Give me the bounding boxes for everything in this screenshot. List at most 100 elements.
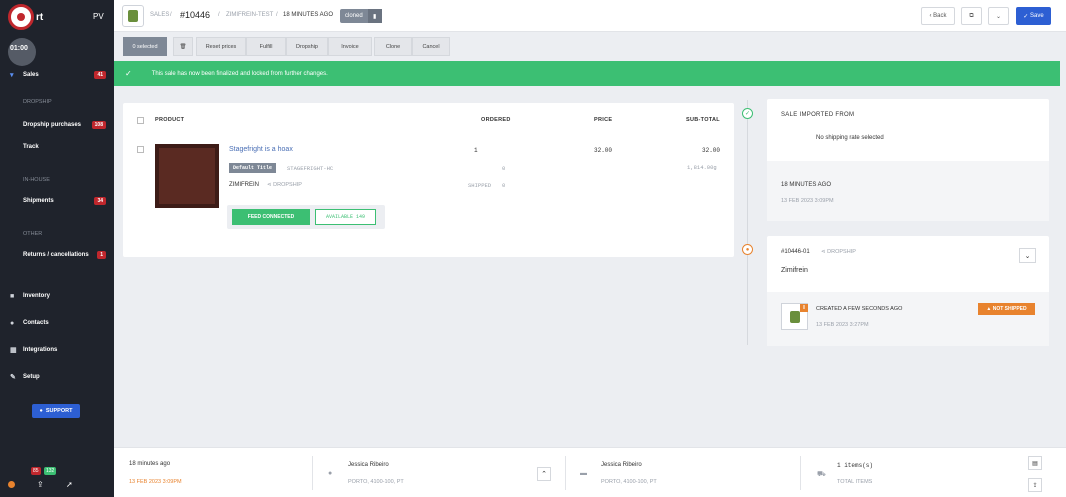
cancel-button[interactable]: Cancel (412, 37, 450, 56)
support-button[interactable]: ● SUPPORT (32, 404, 80, 418)
pending-qty: 0 (502, 165, 506, 172)
shop-name: ZIMIFREIN-TEST (226, 12, 274, 18)
items-label: TOTAL ITEMS (837, 479, 873, 485)
ordered-qty: 1 (474, 147, 478, 154)
shipped-label: SHIPPED (468, 182, 492, 189)
pause-icon: II (800, 304, 808, 312)
avatar-text: 01:00 (10, 45, 28, 52)
chevron-down-icon[interactable]: ⌄ (1019, 248, 1036, 263)
col-price: PRICE (594, 117, 613, 123)
back-button[interactable]: ‹ Back (921, 7, 955, 25)
pending-circle-icon: ● (742, 244, 753, 255)
dropship-id[interactable]: #10446-01 (781, 249, 810, 255)
sidebar-item-inventory[interactable]: ■ Inventory (0, 288, 114, 304)
bottom-bar: 18 minutes ago 13 FEB 2023 3:09PM ● Jess… (114, 447, 1066, 497)
sidebar-item-returns[interactable]: Returns / cancellations 1 (0, 247, 114, 263)
product-name-link[interactable]: Stagefright is a hoax (229, 146, 293, 153)
sidebar-item-track[interactable]: Track (0, 139, 114, 155)
breadcrumb-sales[interactable]: SALES (150, 12, 169, 18)
col-product: PRODUCT (155, 117, 185, 123)
dropship-card: #10446-01 ⋖ DROPSHIP ⌄ Zimifrein II CREA… (767, 236, 1049, 346)
dropship-badge: 108 (91, 121, 106, 129)
dropship-name: Zimifrein (781, 267, 808, 274)
inventory-icon: ■ (10, 292, 15, 300)
clone-button[interactable]: Clone (374, 37, 412, 56)
feed-connected-button[interactable]: FEED CONNECTED (232, 209, 310, 225)
top-bar: SALES / #10446 / ZIMIFREIN-TEST / 18 MIN… (114, 0, 1066, 32)
export-icon[interactable]: ⇪ (1028, 478, 1042, 492)
status-badge: ▲ NOT SHIPPED (978, 303, 1035, 315)
check-icon: ✓ (1023, 13, 1030, 20)
customer-name[interactable]: Jessica Ribeiro (348, 462, 389, 468)
save-button[interactable]: ✓ Save (1016, 7, 1051, 25)
dropship-footer (767, 292, 1049, 346)
more-dropdown-button[interactable]: ⌄ (988, 7, 1009, 25)
setup-icon: ✎ (10, 374, 16, 381)
customer-address: PORTO, 4100-100, PT (348, 479, 404, 485)
fulfill-button[interactable]: Fulfill (246, 37, 286, 56)
select-all-checkbox[interactable] (137, 117, 144, 124)
check-circle-icon: ✓ (742, 108, 753, 119)
success-banner: ✓ This sale has now been finalized and l… (114, 61, 1060, 86)
upload-icon[interactable]: ⇪ (37, 480, 44, 489)
check-icon: ✓ (125, 69, 132, 78)
available-badge: AVAILABLE 149 (315, 209, 376, 225)
no-rate-text: No shipping rate selected (816, 135, 884, 141)
status-dot (8, 481, 15, 488)
row-checkbox[interactable] (137, 146, 144, 153)
contacts-icon: ● (10, 319, 15, 327)
section-other: OTHER (23, 231, 43, 237)
variant-tag: Default Title (229, 163, 277, 173)
section-dropship: DROPSHIP (23, 99, 52, 105)
shipped-qty: 0 (502, 182, 506, 189)
timeline-line (747, 100, 748, 345)
billing-name[interactable]: Jessica Ribeiro (601, 462, 642, 468)
pv-label[interactable]: PV (93, 12, 104, 21)
bottom-ago: 18 minutes ago (129, 461, 171, 467)
product-sku: STAGEFRIGHT-HC (287, 165, 334, 172)
product-table: PRODUCT ORDERED PRICE SUB-TOTAL Stagefri… (123, 103, 734, 257)
avatar[interactable] (8, 38, 36, 66)
rocket-icon[interactable]: ➚ (66, 480, 73, 489)
notification-badge-red: 85 (31, 467, 41, 475)
import-date: 13 FEB 2023 3:09PM (781, 198, 834, 204)
invoice-button[interactable]: Invoice (328, 37, 372, 56)
sidebar-item-integrations[interactable]: ▦ Integrations (0, 342, 114, 358)
clone-icon-button[interactable]: ⧉ (961, 7, 982, 25)
print-icon[interactable]: ▤ (1028, 456, 1042, 470)
card-icon: ▬ (580, 470, 587, 477)
shipments-badge: 34 (94, 197, 106, 205)
product-image[interactable] (155, 144, 219, 208)
order-number: #10446 (180, 10, 211, 20)
trash-icon[interactable]: ▮ (367, 9, 382, 23)
sidebar-item-shipments[interactable]: Shipments 34 (0, 193, 114, 209)
dropship-tag: ⋖ DROPSHIP (267, 182, 302, 188)
sidebar-item-contacts[interactable]: ● Contacts (0, 315, 114, 331)
divider (312, 456, 313, 490)
import-title: SALE IMPORTED FROM (781, 112, 855, 118)
sidebar-item-setup[interactable]: ✎ Setup (0, 369, 114, 385)
brand-logo[interactable] (8, 4, 34, 30)
vendor-name: ZIMIFREIN (229, 182, 259, 188)
shopify-icon (122, 5, 144, 27)
notification-badge-green: 132 (44, 467, 57, 475)
import-card: SALE IMPORTED FROM No shipping rate sele… (767, 99, 1049, 221)
returns-badge: 1 (97, 251, 106, 259)
subtotal: 32.00 (702, 147, 721, 154)
delete-button[interactable]: 🗑 (173, 37, 193, 56)
chevron-up-icon[interactable]: ⌃ (537, 467, 551, 481)
dropship-button[interactable]: Dropship (286, 37, 328, 56)
reset-prices-button[interactable]: Reset prices (196, 37, 246, 56)
col-ordered: ORDERED (481, 117, 511, 123)
cloned-tag: cloned ▮ (340, 9, 382, 23)
section-in-house: IN-HOUSE (23, 177, 50, 183)
brand-text: rt (36, 12, 44, 23)
sidebar-item-dropship-purchases[interactable]: Dropship purchases 108 (0, 117, 114, 133)
integrations-icon: ▦ (10, 347, 17, 354)
sidebar-item-sales[interactable]: ▾ Sales 41 (0, 67, 114, 83)
breadcrumb-sep: / (218, 12, 220, 18)
share-icon: ⋖ (267, 182, 272, 188)
import-ago: 18 MINUTES AGO (781, 182, 832, 188)
sales-badge: 41 (94, 71, 106, 79)
sale-time: 18 MINUTES AGO (283, 12, 334, 18)
